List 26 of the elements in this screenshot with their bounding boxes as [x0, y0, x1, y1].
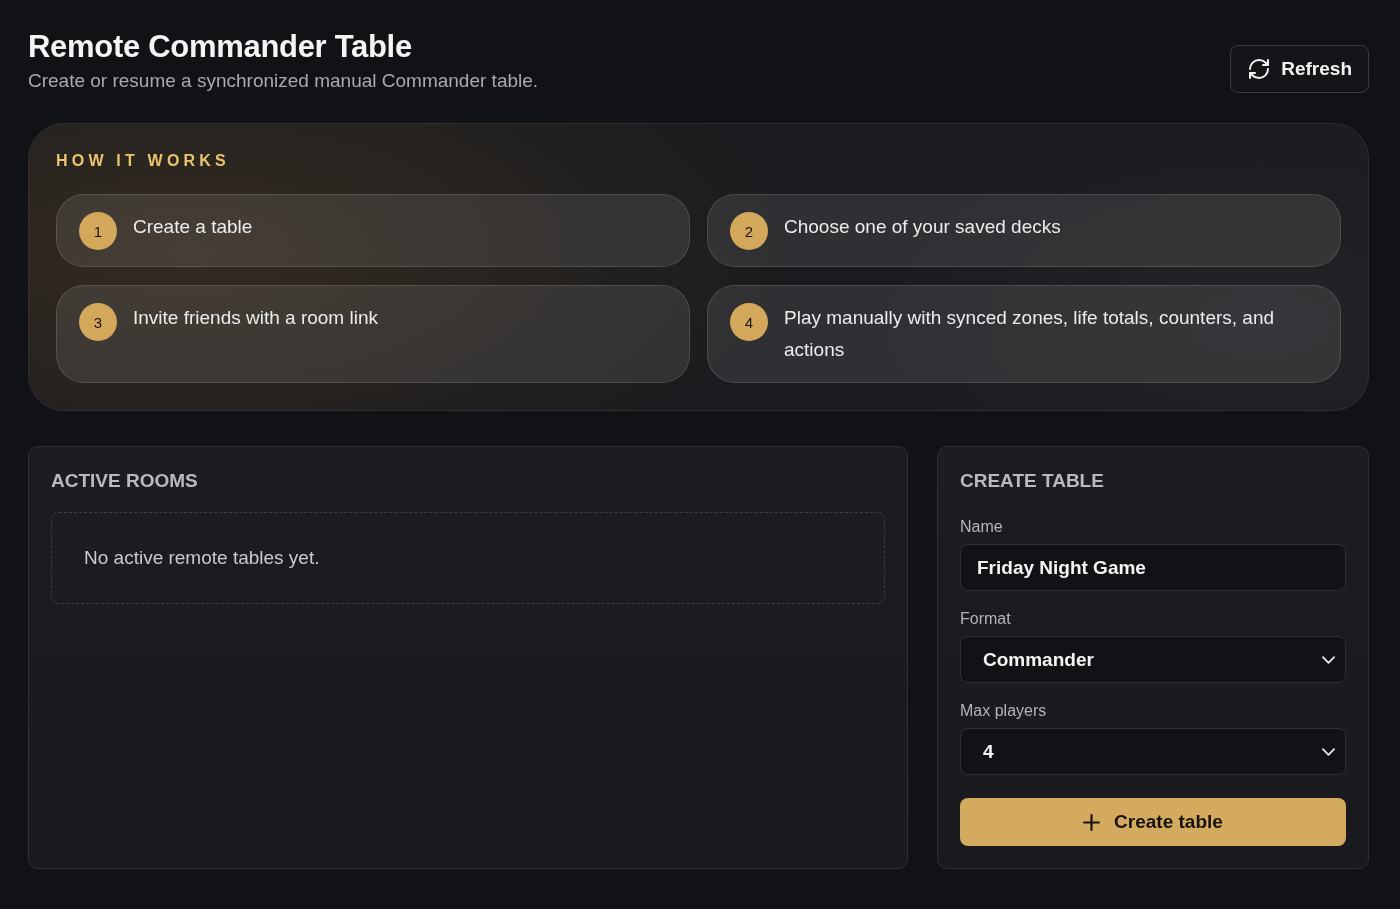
chevron-down-icon	[1322, 655, 1335, 664]
step-number: 3	[79, 303, 117, 341]
select-field[interactable]: Commander	[960, 636, 1346, 683]
step-text: Choose one of your saved decks	[784, 215, 1061, 239]
field-label: Max players	[960, 701, 1048, 721]
step-number: 2	[730, 212, 768, 250]
create-table-button[interactable]: Create table	[960, 798, 1346, 846]
page-subtitle: Create or resume a synchronized manual Commander table.	[28, 69, 539, 93]
section-heading: HOW IT WORKS	[56, 151, 230, 171]
step-text: Play manually with synced zones, life totals, counters, and actions	[784, 306, 1276, 362]
page-title: Remote Commander Table	[28, 29, 413, 65]
step-text: Create a table	[133, 215, 253, 239]
step-text: Invite friends with a room link	[133, 306, 378, 330]
field-label: Name	[960, 517, 1004, 537]
text-input[interactable]: Friday Night Game	[960, 544, 1346, 591]
refresh-button[interactable]: Refresh	[1230, 45, 1369, 93]
plus-icon	[1083, 813, 1101, 831]
chevron-down-icon	[1322, 747, 1335, 756]
select-field[interactable]: 4	[960, 728, 1346, 775]
step-number: 4	[730, 303, 768, 341]
section-heading: CREATE TABLE	[960, 469, 1104, 493]
step-number: 1	[79, 212, 117, 250]
empty-message: No active remote tables yet.	[84, 546, 320, 570]
section-heading: ACTIVE ROOMS	[51, 469, 198, 493]
refresh-icon	[1249, 59, 1270, 79]
field-label: Format	[960, 609, 1012, 629]
